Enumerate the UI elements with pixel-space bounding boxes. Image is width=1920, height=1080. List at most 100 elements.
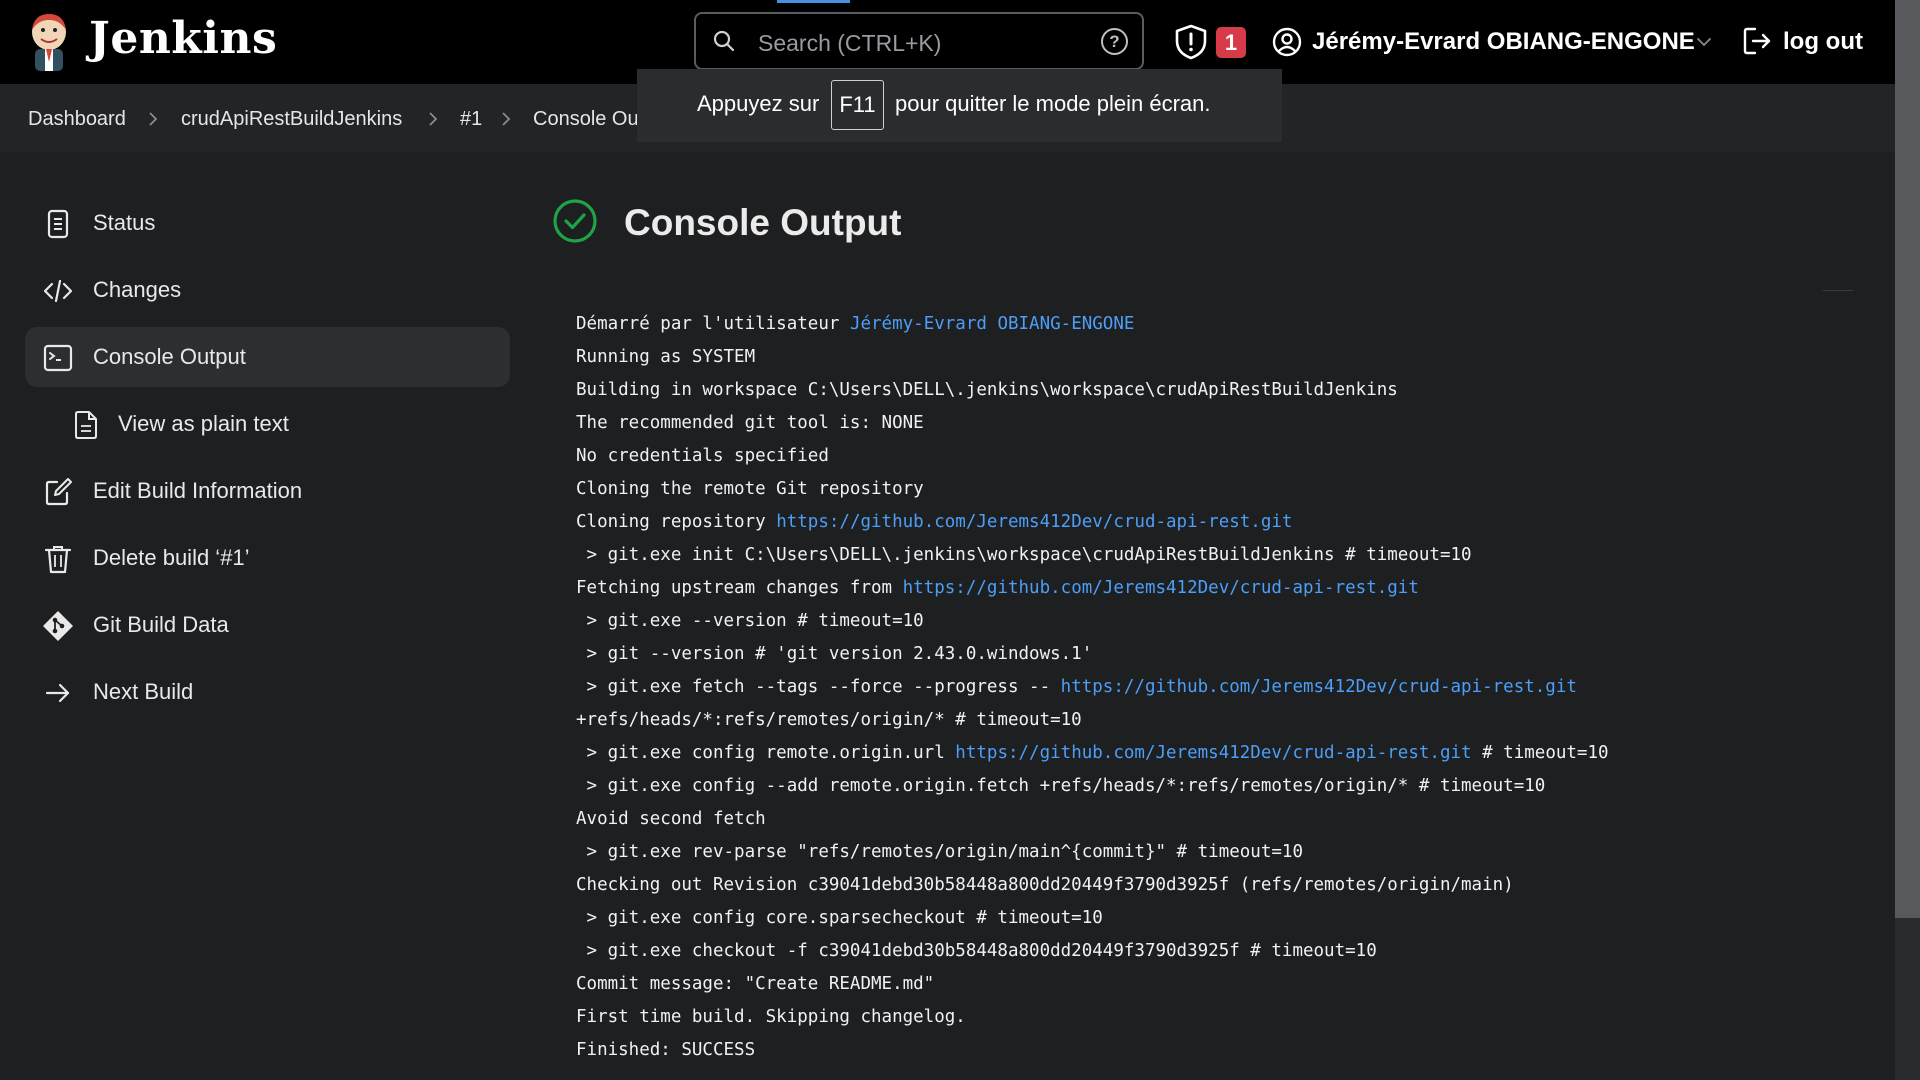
sidebar-item-next-build[interactable]: Next Build [25,662,510,722]
user-name-link[interactable]: Jérémy-Evrard OBIANG-ENGONE [1312,28,1695,56]
console-text: Commit message: "Create README.md" [576,974,935,994]
sidebar-item-label: View as plain text [118,411,289,436]
console-text: Checking out Revision c39041debd30b58448… [576,875,1514,895]
console-text: > git.exe config core.sparsecheckout # t… [576,908,1103,928]
page-loading-accent [777,0,850,3]
breadcrumb-job[interactable]: crudApiRestBuildJenkins [181,108,402,131]
sidebar-item-label: Next Build [93,679,194,704]
console-text: Fetching upstream changes from [576,578,903,598]
console-link[interactable]: Jérémy-Evrard OBIANG-ENGONE [850,314,1134,334]
console-line: First time build. Skipping changelog. [576,1007,966,1027]
sidebar-item-label: Console Output [93,344,246,369]
console-text: First time build. Skipping changelog. [576,1007,966,1027]
security-alert-badge[interactable]: 1 [1216,27,1246,58]
console-text: > git.exe fetch --tags --force --progres… [576,677,1061,697]
console-line: > git.exe --version # timeout=10 [576,611,924,631]
console-text: The recommended git tool is: NONE [576,413,924,433]
console-text: Building in workspace C:\Users\DELL\.jen… [576,380,1398,400]
breadcrumb-dashboard[interactable]: Dashboard [28,108,126,131]
breadcrumb-build[interactable]: #1 [460,108,482,131]
sidebar-item-git-build-data[interactable]: Git Build Data [25,595,510,655]
console-line: > git.exe checkout -f c39041debd30b58448… [576,941,1377,961]
console-link[interactable]: https://github.com/Jerems412Dev/crud-api… [776,512,1292,532]
console-line: The recommended git tool is: NONE [576,413,924,433]
success-check-icon [553,199,597,243]
console-line: Démarré par l'utilisateur Jérémy-Evrard … [576,314,1134,334]
sidebar-item-label: Edit Build Information [93,478,303,503]
console-text: > git.exe init C:\Users\DELL\.jenkins\wo… [576,545,1472,565]
code-icon [43,279,73,303]
console-line: Cloning repository https://github.com/Je… [576,512,1292,532]
console-line: Checking out Revision c39041debd30b58448… [576,875,1514,895]
console-text: > git --version # 'git version 2.43.0.wi… [576,644,1093,664]
console-line: Commit message: "Create README.md" [576,974,934,994]
console-line: Finished: SUCCESS [576,1040,755,1060]
terminal-icon [43,344,73,372]
console-line: Avoid second fetch [576,809,766,829]
user-avatar-icon[interactable] [1272,27,1302,57]
arrow-right-icon [45,683,70,703]
sidebar-item-status[interactable]: Status [25,193,510,253]
console-link[interactable]: https://github.com/Jerems412Dev/crud-api… [1061,677,1577,697]
console-text: Cloning the remote Git repository [576,479,924,499]
console-text: No credentials specified [576,446,829,466]
app-title[interactable]: Jenkins [89,13,277,64]
console-text: Démarré par l'utilisateur [576,314,850,334]
console-link[interactable]: https://github.com/Jerems412Dev/crud-api… [955,743,1471,763]
sidebar-item-label: Delete build ‘#1’ [93,545,250,570]
console-line: > git.exe rev-parse "refs/remotes/origin… [576,842,1303,862]
console-line: > git --version # 'git version 2.43.0.wi… [576,644,1093,664]
console-text: > git.exe config --add remote.origin.fet… [576,776,1546,796]
trash-icon [44,546,72,574]
console-line: > git.exe init C:\Users\DELL\.jenkins\wo… [576,545,1472,565]
console-line: > git.exe config --add remote.origin.fet… [576,776,1546,796]
console-text: +refs/heads/*:refs/remotes/origin/* # ti… [576,710,1082,730]
sidebar-item-changes[interactable]: Changes [25,260,510,320]
fullscreen-notice-text: pour quitter le mode plein écran. [895,91,1211,116]
fullscreen-notice: Appuyez sur F11 pour quitter le mode ple… [637,69,1282,142]
chevron-down-icon[interactable] [1696,36,1712,48]
console-line: > git.exe config core.sparsecheckout # t… [576,908,1103,928]
page-scrollbar[interactable] [1895,0,1920,1080]
sidebar-item-console-output[interactable]: Console Output [25,327,510,387]
console-text: > git.exe rev-parse "refs/remotes/origin… [576,842,1303,862]
sidebar-item-label: Changes [93,277,182,302]
search-icon [713,30,735,52]
console-line: Running as SYSTEM [576,347,755,367]
console-line: > git.exe config remote.origin.url https… [576,743,1609,763]
chevron-right-icon [429,112,438,126]
sidebar-item-edit-build-information[interactable]: Edit Build Information [25,461,510,521]
sidebar-item-view-plain-text[interactable]: View as plain text [25,394,510,454]
console-text: > git.exe checkout -f c39041debd30b58448… [576,941,1377,961]
console-output: Démarré par l'utilisateur Jérémy-Evrard … [554,291,1854,1080]
jenkins-logo-icon[interactable] [26,12,72,72]
file-text-icon [75,411,97,439]
fullscreen-notice-text: Appuyez sur [697,91,820,116]
sidebar-item-label: Git Build Data [93,612,229,637]
page-title: Console Output [624,202,902,243]
search-input[interactable]: Search (CTRL+K) [758,30,941,57]
console-line: > git.exe fetch --tags --force --progres… [576,677,1577,697]
console-line: No credentials specified [576,446,829,466]
console-line: +refs/heads/*:refs/remotes/origin/* # ti… [576,710,1082,730]
git-icon [43,611,73,641]
console-line: Cloning the remote Git repository [576,479,924,499]
console-link[interactable]: https://github.com/Jerems412Dev/crud-api… [903,578,1419,598]
console-text: Avoid second fetch [576,809,766,829]
chevron-right-icon [502,112,511,126]
console-text: > git.exe --version # timeout=10 [576,611,924,631]
logout-link[interactable]: log out [1783,28,1863,56]
shield-icon[interactable] [1174,24,1208,60]
sidebar-item-label: Status [93,210,156,235]
scrollbar-thumb[interactable] [1895,0,1920,918]
console-line: Fetching upstream changes from https://g… [576,578,1419,598]
console-text: Running as SYSTEM [576,347,756,367]
search-box[interactable]: Search (CTRL+K) ? [694,12,1144,70]
f11-key: F11 [831,80,884,130]
console-text: # timeout=10 [1471,743,1609,763]
help-icon[interactable]: ? [1101,28,1128,55]
logout-icon[interactable] [1742,26,1772,56]
console-line: Building in workspace C:\Users\DELL\.jen… [576,380,1398,400]
chevron-right-icon [149,112,158,126]
sidebar-item-delete-build[interactable]: Delete build ‘#1’ [25,528,510,588]
